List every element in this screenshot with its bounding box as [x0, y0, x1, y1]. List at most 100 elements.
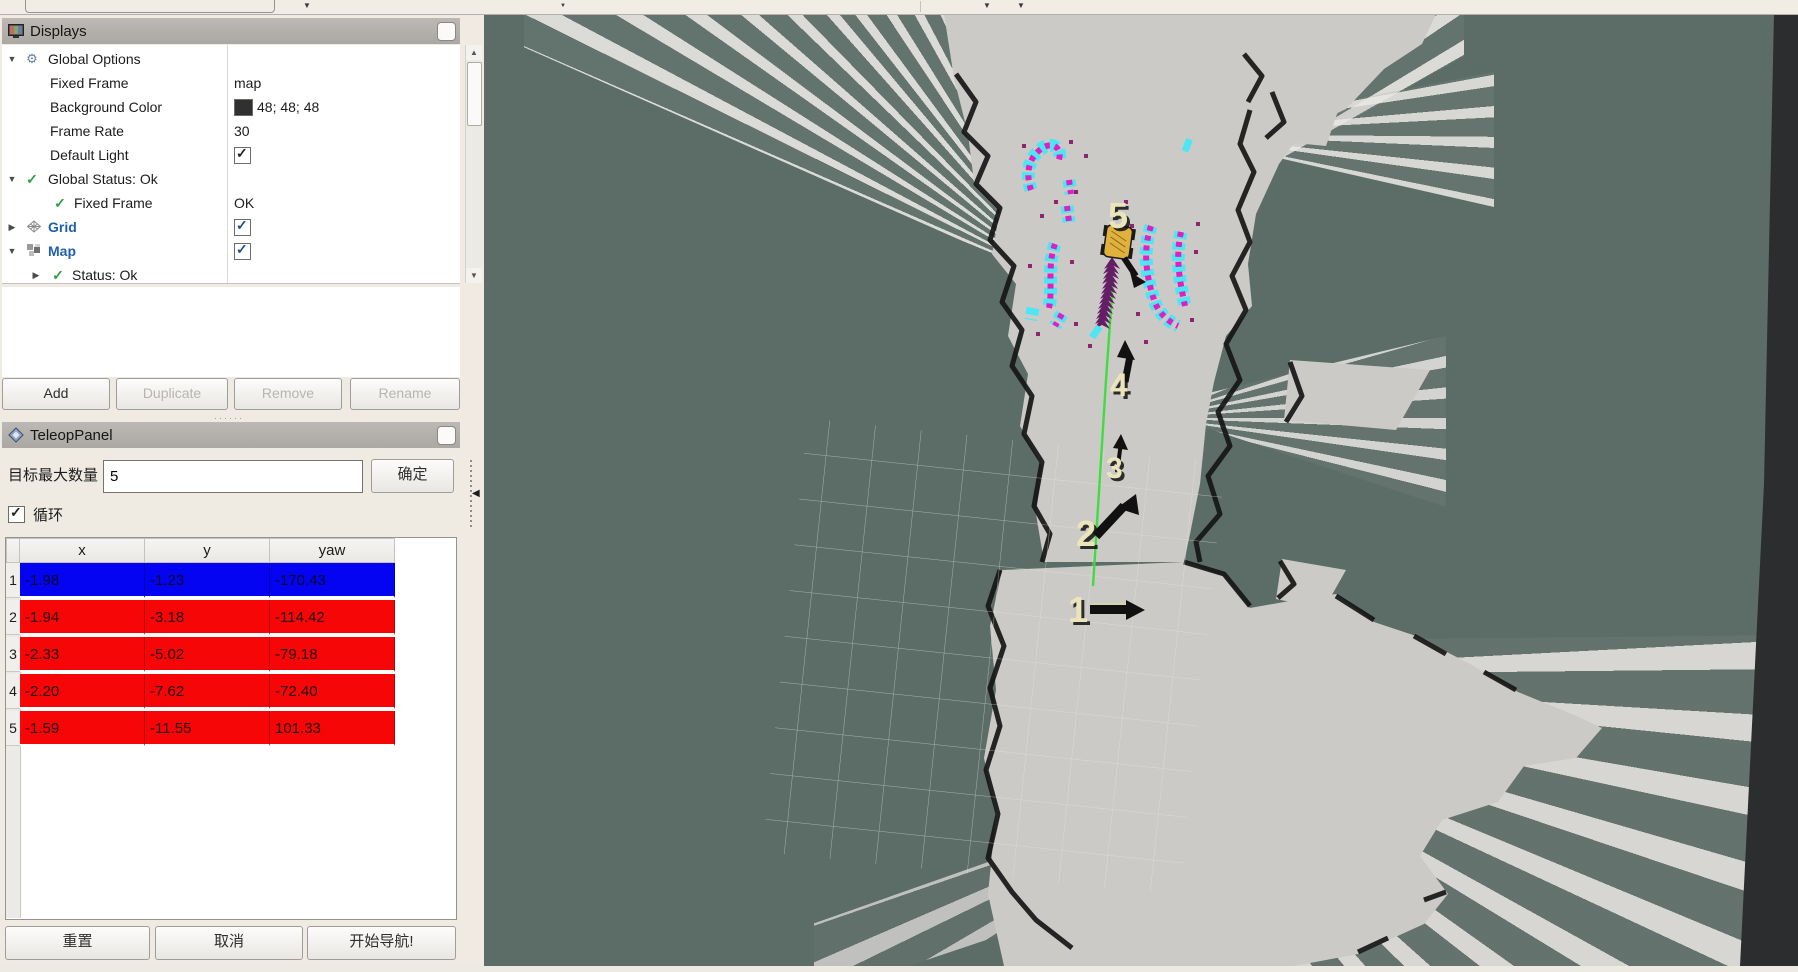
table-row[interactable]: 2 -1.94 -3.18 -114.42 — [6, 600, 395, 635]
render-view[interactable]: 1 1 2 2 3 3 4 4 5 5 — [484, 14, 1798, 966]
cell-y[interactable]: -11.55 — [145, 711, 270, 746]
start-navigation-button[interactable]: 开始导航! — [307, 926, 456, 960]
tree-row-background-color[interactable]: Background Color 48; 48; 48 — [2, 95, 442, 119]
displays-panel-titlebar[interactable]: Displays — [2, 18, 460, 44]
collapse-triangle-icon[interactable]: ▶ — [30, 270, 42, 281]
map-enabled-checkbox[interactable]: ✓ — [234, 243, 251, 260]
cell-x[interactable]: -1.59 — [20, 711, 145, 746]
collapse-triangle-icon[interactable]: ▶ — [6, 222, 18, 233]
dropdown-arrow-icon[interactable]: ▼ — [303, 1, 311, 11]
cell-y[interactable]: -1.23 — [145, 563, 270, 598]
cell-y[interactable]: -5.02 — [145, 637, 270, 672]
waypoint-table[interactable]: x y yaw 1 -1.98 -1.23 -170.43 2 -1.94 -3… — [5, 537, 457, 920]
tree-row-grid[interactable]: ▶ Grid ✓ — [2, 215, 442, 239]
waypoint-label-4: 4 — [1110, 367, 1128, 403]
tree-row-fixed-frame[interactable]: Fixed Frame map — [2, 71, 442, 95]
cell-x[interactable]: -2.33 — [20, 637, 145, 672]
panel-float-button[interactable] — [437, 22, 456, 41]
tree-label: Global Status: Ok — [48, 171, 158, 187]
grid-enabled-checkbox[interactable]: ✓ — [234, 219, 251, 236]
color-swatch[interactable] — [234, 99, 253, 116]
tree-row-map[interactable]: ▼ Map ✓ — [2, 239, 442, 263]
window-bottom-strip — [0, 966, 1798, 972]
cell-yaw[interactable]: -170.43 — [270, 563, 395, 598]
teleop-panel-titlebar[interactable]: TeleopPanel — [2, 422, 460, 448]
tree-row-global-options[interactable]: ▼ ⚙ Global Options — [2, 47, 442, 71]
map-display-icon — [26, 244, 42, 257]
tree-row-fixed-frame-status[interactable]: ✓ Fixed Frame OK — [2, 191, 442, 215]
duplicate-button[interactable]: Duplicate — [116, 378, 228, 410]
toolbar-strip: ▼ ▼ ▼ ▼ — [0, 0, 1798, 15]
reset-button[interactable]: 重置 — [5, 926, 150, 960]
add-button[interactable]: Add — [2, 378, 110, 410]
table-row[interactable]: 3 -2.33 -5.02 -79.18 — [6, 637, 395, 672]
display-description-box — [2, 287, 460, 377]
tree-label: Grid — [48, 219, 77, 235]
cell-x[interactable]: -1.98 — [20, 563, 145, 598]
remove-button[interactable]: Remove — [234, 378, 342, 410]
table-row[interactable]: 5 -1.59 -11.55 101.33 — [6, 711, 395, 746]
row-number[interactable]: 4 — [6, 674, 20, 709]
row-number[interactable]: 3 — [6, 637, 20, 672]
dropdown-arrow-icon[interactable]: ▼ — [560, 1, 566, 11]
default-light-checkbox[interactable]: ✓ — [234, 147, 251, 164]
cell-y[interactable]: -3.18 — [145, 600, 270, 635]
tree-label: Status: Ok — [72, 267, 137, 283]
cell-y[interactable]: -7.62 — [145, 674, 270, 709]
collapse-left-icon[interactable]: ◀ — [472, 488, 480, 499]
tree-scrollbar[interactable]: ▲ ▼ — [465, 45, 482, 283]
cell-yaw[interactable]: -79.18 — [270, 637, 395, 672]
cancel-button[interactable]: 取消 — [155, 926, 303, 960]
tree-row-frame-rate[interactable]: Frame Rate 30 — [2, 119, 442, 143]
scroll-up-button[interactable]: ▲ — [466, 45, 482, 60]
displays-tree[interactable]: ▼ ⚙ Global Options Fixed Frame map Backg… — [2, 45, 460, 284]
confirm-button[interactable]: 确定 — [371, 459, 454, 493]
dock-collapse-handle[interactable]: ◀ — [464, 460, 482, 530]
frame-rate-value[interactable]: 30 — [234, 123, 250, 139]
teleop-panel-icon — [8, 427, 24, 443]
map-canvas[interactable]: 1 1 2 2 3 3 4 4 5 5 — [484, 14, 1798, 966]
expand-triangle-icon[interactable]: ▼ — [6, 246, 18, 256]
check-icon: ✓ — [236, 241, 248, 258]
table-row[interactable]: 1 -1.98 -1.23 -170.43 — [6, 563, 395, 598]
waypoint-label-5: 5 — [1108, 195, 1128, 236]
gear-icon: ⚙ — [24, 51, 40, 67]
loop-checkbox[interactable]: ✓ — [8, 506, 25, 523]
max-goals-input[interactable] — [103, 460, 363, 493]
grid-display — [762, 418, 1225, 896]
table-row[interactable]: 4 -2.20 -7.62 -72.40 — [6, 674, 395, 709]
panel-float-button[interactable] — [437, 426, 456, 445]
row-number[interactable]: 5 — [6, 711, 20, 746]
toolbar-separator — [920, 1, 921, 12]
dropdown-arrow-icon[interactable]: ▼ — [1017, 1, 1025, 11]
toolbar-tool-button[interactable] — [25, 0, 275, 13]
column-header-yaw[interactable]: yaw — [270, 538, 395, 563]
column-header-x[interactable]: x — [20, 538, 145, 563]
scrollbar-thumb[interactable] — [467, 62, 482, 126]
color-text: 48; 48; 48 — [257, 99, 319, 115]
cell-yaw[interactable]: 101.33 — [270, 711, 395, 746]
row-number[interactable]: 2 — [6, 600, 20, 635]
fixed-frame-value[interactable]: map — [234, 75, 261, 91]
tree-row-global-status[interactable]: ▼ ✓ Global Status: Ok — [2, 167, 442, 191]
tree-row-map-status[interactable]: ▶ ✓ Status: Ok — [2, 263, 442, 284]
tree-label: Default Light — [50, 147, 129, 163]
tree-label: Background Color — [50, 99, 162, 115]
cell-yaw[interactable]: -114.42 — [270, 600, 395, 635]
displays-panel-title: Displays — [30, 23, 87, 40]
cell-x[interactable]: -1.94 — [20, 600, 145, 635]
cell-yaw[interactable]: -72.40 — [270, 674, 395, 709]
rename-button[interactable]: Rename — [350, 378, 460, 410]
expand-triangle-icon[interactable]: ▼ — [6, 174, 18, 184]
column-header-y[interactable]: y — [145, 538, 270, 563]
expand-triangle-icon[interactable]: ▼ — [6, 54, 18, 64]
tree-label: Frame Rate — [50, 123, 124, 139]
panel-splitter[interactable]: ······ — [0, 414, 458, 422]
waypoint-label-3: 3 — [1106, 452, 1123, 485]
tree-row-default-light[interactable]: Default Light ✓ — [2, 143, 442, 167]
background-color-value[interactable]: 48; 48; 48 — [234, 99, 319, 116]
scroll-down-button[interactable]: ▼ — [466, 268, 482, 283]
row-number[interactable]: 1 — [6, 563, 20, 598]
cell-x[interactable]: -2.20 — [20, 674, 145, 709]
dropdown-arrow-icon[interactable]: ▼ — [983, 1, 991, 11]
